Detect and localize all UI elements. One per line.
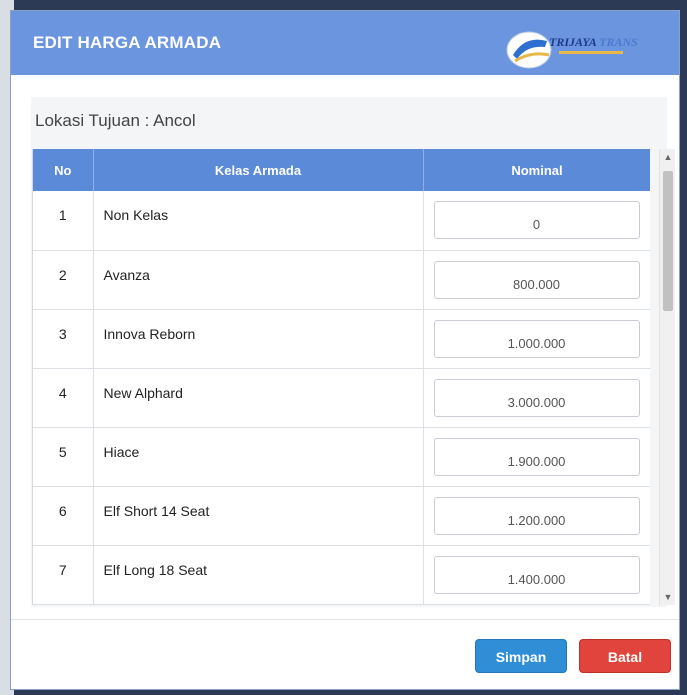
row-kelas: Innova Reborn	[93, 309, 424, 369]
nominal-input[interactable]: 1.400.000	[433, 555, 640, 594]
row-nominal-cell: 3.000.000	[423, 368, 650, 428]
row-nominal-cell: 800.000	[423, 250, 650, 310]
column-header-no: No	[33, 149, 94, 191]
scroll-up-icon[interactable]: ▲	[660, 149, 676, 165]
row-kelas: Non Kelas	[93, 191, 424, 251]
bus-logo-icon	[506, 31, 552, 69]
row-nominal-cell: 0	[423, 191, 650, 251]
row-no: 2	[33, 250, 94, 310]
edit-harga-modal: EDIT HARGA ARMADA TRIJAYA TRANS Lokasi T…	[10, 10, 680, 690]
column-header-nominal: Nominal	[423, 149, 650, 191]
table-row-partial	[33, 604, 650, 605]
table-header-row: No Kelas Armada Nominal	[33, 149, 650, 191]
table-row: 2 Avanza 800.000	[33, 250, 650, 310]
row-no: 1	[33, 191, 94, 251]
row-nominal-cell: 1.200.000	[423, 486, 650, 546]
row-nominal-cell: 1.400.000	[423, 545, 650, 605]
row-no: 3	[33, 309, 94, 369]
logo-name: TRIJAYA	[549, 35, 597, 49]
table-row: 5 Hiace 1.900.000	[33, 427, 650, 487]
logo-tagline-bar	[559, 51, 623, 54]
row-no: 7	[33, 545, 94, 605]
row-kelas: New Alphard	[93, 368, 424, 428]
row-no-empty	[33, 604, 94, 605]
nominal-input[interactable]: 800.000	[433, 260, 640, 299]
table-row: 3 Innova Reborn 1.000.000	[33, 309, 650, 369]
nominal-input[interactable]: 1.200.000	[433, 496, 640, 535]
table-row: 4 New Alphard 3.000.000	[33, 368, 650, 428]
scroll-down-icon[interactable]: ▼	[660, 589, 676, 605]
nominal-input[interactable]: 1.000.000	[433, 319, 640, 358]
row-no: 4	[33, 368, 94, 428]
column-header-kelas: Kelas Armada	[93, 149, 424, 191]
nominal-input[interactable]: 1.900.000	[433, 437, 640, 476]
row-nominal-cell: 1.000.000	[423, 309, 650, 369]
modal-header: EDIT HARGA ARMADA TRIJAYA TRANS	[11, 11, 679, 75]
scroll-thumb[interactable]	[663, 171, 673, 311]
row-no: 6	[33, 486, 94, 546]
row-nominal-cell: 1.900.000	[423, 427, 650, 487]
table-row: 7 Elf Long 18 Seat 1.400.000	[33, 545, 650, 605]
armada-table: No Kelas Armada Nominal 1 Non Kelas 0 2 …	[33, 149, 650, 605]
row-nominal-empty	[423, 604, 650, 605]
modal-body: Lokasi Tujuan : Ancol No Kelas Armada No…	[31, 97, 675, 607]
logo-name-accent: TRANS	[599, 35, 638, 49]
footer-divider	[11, 619, 679, 620]
company-logo: TRIJAYA TRANS	[499, 25, 679, 71]
save-button[interactable]: Simpan	[475, 639, 567, 673]
table-row: 1 Non Kelas 0	[33, 191, 650, 251]
row-kelas: Elf Long 18 Seat	[93, 545, 424, 605]
armada-table-container: No Kelas Armada Nominal 1 Non Kelas 0 2 …	[32, 149, 650, 605]
modal-title: EDIT HARGA ARMADA	[33, 33, 222, 52]
row-no: 5	[33, 427, 94, 487]
nominal-input[interactable]: 0	[433, 201, 640, 239]
nominal-input[interactable]: 3.000.000	[433, 378, 640, 417]
row-kelas: Elf Short 14 Seat	[93, 486, 424, 546]
table-scrollbar[interactable]: ▲ ▼	[659, 149, 675, 605]
row-kelas: Avanza	[93, 250, 424, 310]
destination-label: Lokasi Tujuan : Ancol	[35, 111, 196, 130]
row-kelas: Hiace	[93, 427, 424, 487]
cancel-button[interactable]: Batal	[579, 639, 671, 673]
logo-text: TRIJAYA TRANS	[549, 35, 638, 50]
row-kelas-empty	[93, 604, 424, 605]
table-row: 6 Elf Short 14 Seat 1.200.000	[33, 486, 650, 546]
